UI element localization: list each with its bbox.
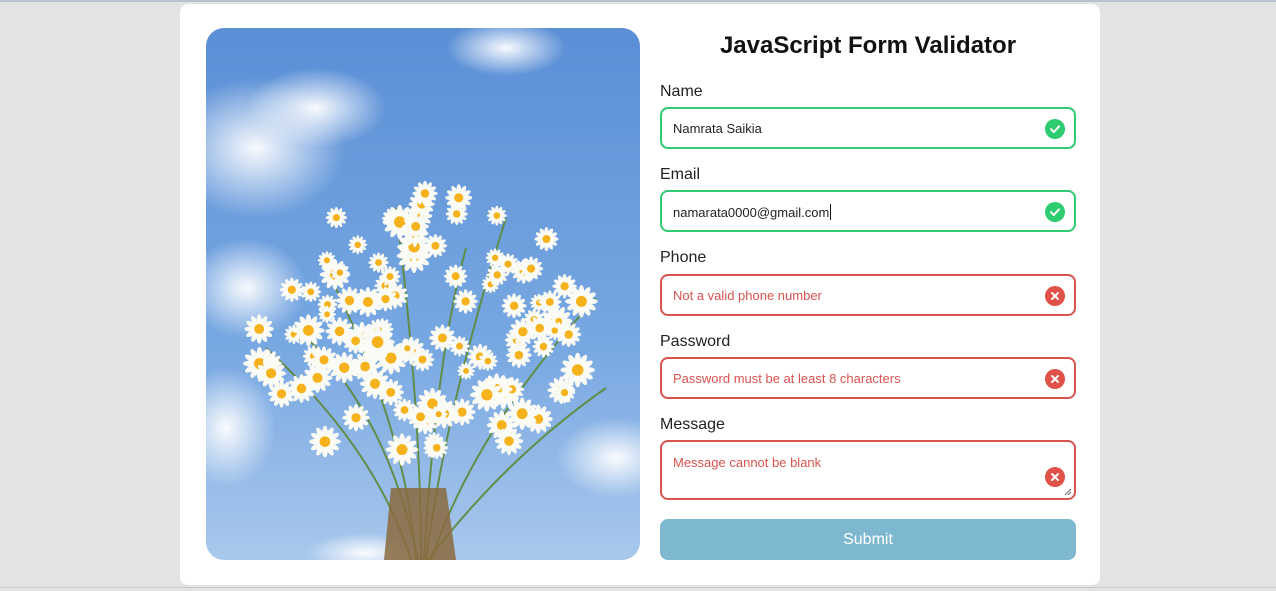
name-label: Name [660,83,703,100]
name-value: Namrata Saikia [673,121,762,136]
phone-label: Phone [660,249,707,266]
form-title: JavaScript Form Validator [719,32,1017,59]
password-label: Password [660,333,731,350]
phone-input[interactable]: Not a valid phone number [660,274,1076,316]
message-error-message: Message cannot be blank [673,455,822,470]
email-label: Email [660,166,701,183]
daisy-bouquet-image [206,28,640,560]
form-card: JavaScript Form Validator Name Namrata S… [180,4,1100,585]
x-circle-icon [1045,369,1065,389]
phone-error-message: Not a valid phone number [673,288,822,303]
message-label: Message [660,416,725,433]
x-circle-icon [1045,286,1065,306]
check-circle-icon [1045,202,1065,222]
text-caret [830,204,832,220]
check-circle-icon [1045,119,1065,139]
resize-handle-icon[interactable] [1064,488,1072,496]
message-textarea[interactable]: Message cannot be blank [660,440,1076,500]
window-bottom-edge [0,587,1276,588]
window-top-edge [0,0,1276,2]
password-input[interactable]: Password must be at least 8 characters [660,357,1076,399]
password-error-message: Password must be at least 8 characters [673,371,901,386]
email-input[interactable]: namarata0000@gmail.com [660,190,1076,232]
submit-button[interactable]: Submit [660,519,1076,560]
email-value: namarata0000@gmail.com [673,205,830,220]
name-input[interactable]: Namrata Saikia [660,107,1076,149]
x-circle-icon [1045,467,1065,487]
